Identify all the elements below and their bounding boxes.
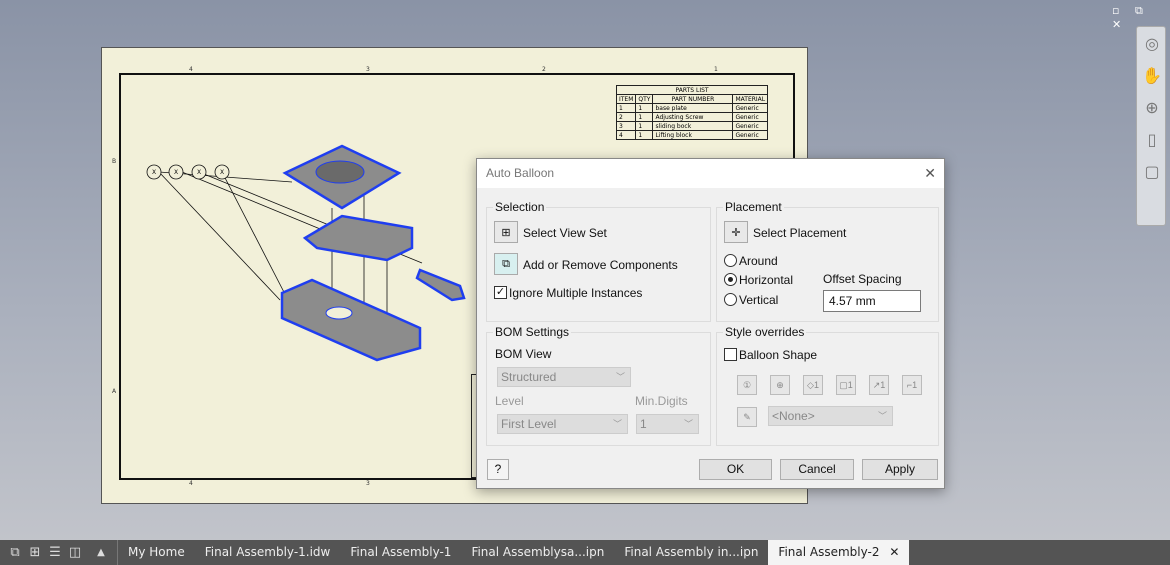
none-balloon-icon[interactable]: ↗1 bbox=[869, 375, 889, 395]
group-label: BOM Settings bbox=[493, 325, 572, 339]
apply-button[interactable]: Apply bbox=[862, 459, 938, 480]
style-brush-icon[interactable]: ✎ bbox=[737, 407, 757, 427]
balloon: X bbox=[152, 169, 156, 176]
select-view-icon: ⊞ bbox=[501, 226, 511, 239]
steering-wheel-icon[interactable]: ◎ bbox=[1137, 27, 1167, 59]
balloon: X bbox=[220, 169, 224, 176]
document-tab-bar: ⧉ ⊞ ☰ ◫ ▲ My Home Final Assembly-1.idw F… bbox=[0, 540, 1170, 565]
select-view-set-label: Select View Set bbox=[523, 226, 607, 240]
auto-balloon-dialog: Auto Balloon ✕ Selection ⊞ Select View Se… bbox=[476, 158, 945, 489]
close-icon[interactable]: ✕ bbox=[924, 159, 936, 188]
bom-settings-group: BOM Settings BOM View Structured ﹀ Level … bbox=[486, 325, 711, 446]
select-value: First Level bbox=[501, 417, 557, 431]
close-tab-icon[interactable]: ✕ bbox=[889, 545, 899, 559]
radio-around-label: Around bbox=[739, 254, 778, 268]
balloon: X bbox=[197, 169, 201, 176]
bom-view-select[interactable]: Structured ﹀ bbox=[497, 367, 631, 387]
select-value: 1 bbox=[640, 417, 647, 431]
zoom-window-icon[interactable]: ▢ bbox=[1137, 155, 1167, 187]
select-view-set-button[interactable]: ⊞ bbox=[494, 221, 518, 243]
adjusting-screw-part bbox=[415, 268, 466, 302]
group-label: Selection bbox=[493, 200, 547, 214]
select-value: <None> bbox=[772, 409, 815, 423]
square-balloon-icon[interactable]: ▢1 bbox=[836, 375, 856, 395]
min-digits-label: Min.Digits bbox=[635, 394, 688, 408]
add-remove-components-button[interactable]: ⧉ bbox=[494, 253, 518, 275]
add-remove-components-label: Add or Remove Components bbox=[523, 258, 678, 272]
radio-vertical[interactable] bbox=[724, 293, 737, 306]
up-arrow-icon[interactable]: ▲ bbox=[91, 547, 111, 558]
navigation-bar: ◎ ✋ ⊕ ▯ ▢ bbox=[1136, 26, 1166, 226]
components-icon: ⧉ bbox=[502, 257, 510, 270]
placement-group: Placement ✛ Select Placement Around Hori… bbox=[716, 200, 939, 322]
help-button[interactable]: ? bbox=[487, 459, 509, 480]
balloon: X bbox=[174, 169, 178, 176]
radio-vertical-label: Vertical bbox=[739, 293, 779, 307]
balloon-shape-label: Balloon Shape bbox=[739, 348, 818, 362]
chevron-down-icon: ﹀ bbox=[615, 372, 625, 382]
cancel-button[interactable]: Cancel bbox=[780, 459, 854, 480]
offset-spacing-input[interactable]: 4.57 mm bbox=[823, 290, 921, 312]
radio-horizontal-label: Horizontal bbox=[739, 273, 794, 287]
hexagon-balloon-icon[interactable]: ◇1 bbox=[803, 375, 823, 395]
select-placement-button[interactable]: ✛ bbox=[724, 221, 748, 243]
radio-around[interactable] bbox=[724, 254, 737, 267]
min-digits-select[interactable]: 1 ﹀ bbox=[636, 414, 699, 434]
ignore-multiple-checkbox[interactable]: ✓ bbox=[494, 286, 507, 299]
lifting-block-part bbox=[280, 278, 422, 362]
level-label: Level bbox=[495, 394, 524, 408]
cascade-icon[interactable]: ⧉ bbox=[5, 545, 25, 560]
chevron-down-icon: ﹀ bbox=[683, 419, 693, 429]
tile-icon[interactable]: ⊞ bbox=[25, 545, 45, 560]
balloon-shape-checkbox[interactable] bbox=[724, 348, 737, 361]
radio-horizontal[interactable] bbox=[724, 273, 737, 286]
underline-balloon-icon[interactable]: ⌐1 bbox=[902, 375, 922, 395]
zoom-sheet-icon[interactable]: ▯ bbox=[1137, 123, 1167, 155]
tab-final-assembly-2[interactable]: Final Assembly-2 ✕ bbox=[768, 540, 910, 565]
group-label: Placement bbox=[723, 200, 784, 214]
pan-hand-icon[interactable]: ✋ bbox=[1137, 59, 1167, 91]
style-select[interactable]: <None> ﹀ bbox=[768, 406, 893, 426]
placement-icon: ✛ bbox=[731, 226, 741, 239]
vertical-icon[interactable]: ◫ bbox=[65, 545, 85, 560]
dialog-title: Auto Balloon bbox=[486, 166, 555, 180]
ignore-multiple-label: Ignore Multiple Instances bbox=[509, 286, 643, 300]
bom-view-label: BOM View bbox=[495, 347, 552, 361]
select-placement-label: Select Placement bbox=[753, 226, 847, 240]
sliding-block-part bbox=[302, 214, 414, 262]
tab-final-assembly-in-ipn[interactable]: Final Assembly in...ipn bbox=[614, 540, 768, 565]
zoom-icon[interactable]: ⊕ bbox=[1137, 91, 1167, 123]
tab-final-assembly-1[interactable]: Final Assembly-1 bbox=[340, 540, 461, 565]
chevron-down-icon: ﹀ bbox=[877, 411, 887, 421]
style-overrides-group: Style overrides Balloon Shape ① ⊕ ◇1 ▢1 … bbox=[716, 325, 939, 446]
tab-final-assembly-1-idw[interactable]: Final Assembly-1.idw bbox=[195, 540, 341, 565]
selection-group: Selection ⊞ Select View Set ⧉ Add or Rem… bbox=[486, 200, 711, 322]
level-select[interactable]: First Level ﹀ bbox=[497, 414, 628, 434]
split-circle-balloon-icon[interactable]: ⊕ bbox=[770, 375, 790, 395]
group-label: Style overrides bbox=[723, 325, 807, 339]
circle-balloon-icon[interactable]: ① bbox=[737, 375, 757, 395]
offset-spacing-label: Offset Spacing bbox=[823, 272, 902, 286]
tab-my-home[interactable]: My Home bbox=[118, 540, 195, 565]
horizontal-icon[interactable]: ☰ bbox=[45, 545, 65, 560]
select-value: Structured bbox=[501, 370, 557, 384]
dialog-titlebar[interactable]: Auto Balloon ✕ bbox=[477, 159, 944, 188]
tab-final-assemblysa-ipn[interactable]: Final Assemblysa...ipn bbox=[461, 540, 614, 565]
chevron-down-icon: ﹀ bbox=[612, 419, 622, 429]
tab-label: Final Assembly-2 bbox=[778, 545, 880, 559]
ok-button[interactable]: OK bbox=[699, 459, 772, 480]
